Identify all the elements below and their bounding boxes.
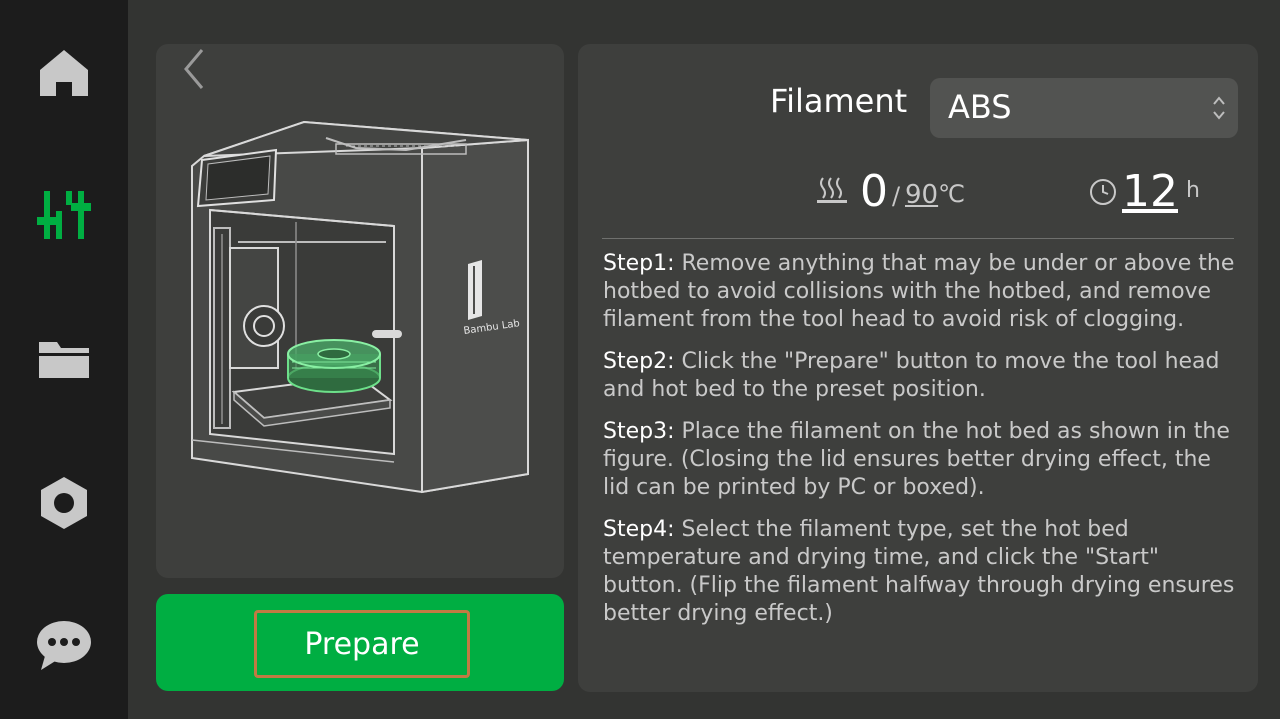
divider (602, 238, 1234, 239)
hex-nut-icon (41, 477, 87, 529)
bambu-logo (468, 260, 482, 320)
chevron-left-icon (184, 49, 204, 89)
step-title: Step1: (603, 251, 675, 276)
filament-selected-value: ABS (948, 88, 1012, 126)
temperature-separator: / (892, 182, 901, 210)
printer-illustration: Bambu Lab (191, 120, 529, 494)
nav-item-messages[interactable] (0, 600, 128, 690)
step-item: Step2: Click the "Prepare" button to mov… (603, 348, 1243, 404)
back-button[interactable] (176, 46, 212, 92)
current-temperature: 0 (860, 166, 888, 217)
filament-select[interactable]: ABS (930, 78, 1238, 138)
temperature-unit: ℃ (938, 180, 965, 208)
updown-chevron-icon (1213, 96, 1225, 120)
instructions: Step1: Remove anything that may be under… (603, 250, 1243, 642)
filament-label: Filament (770, 82, 908, 120)
step-text: Place the filament on the hot bed as sho… (603, 419, 1230, 500)
step-text: Select the filament type, set the hot be… (603, 517, 1235, 626)
nav-item-controls[interactable] (0, 170, 128, 260)
step-text: Remove anything that may be under or abo… (603, 251, 1235, 332)
sliders-icon (37, 191, 91, 239)
nav-item-home[interactable] (0, 28, 128, 118)
nav-item-files[interactable] (0, 314, 128, 404)
step-title: Step2: (603, 349, 675, 374)
step-item: Step4: Select the filament type, set the… (603, 516, 1243, 628)
heated-bed-icon (817, 177, 847, 203)
home-icon (40, 50, 88, 96)
prepare-button-label[interactable]: Prepare (254, 610, 470, 678)
drying-time-unit: h (1186, 178, 1200, 203)
step-title: Step4: (603, 517, 675, 542)
clock-icon (1090, 179, 1116, 205)
folder-icon (39, 342, 89, 378)
step-title: Step3: (603, 419, 675, 444)
target-temperature-input[interactable]: 90 (905, 180, 938, 210)
drying-time-input[interactable]: 12 (1122, 166, 1178, 217)
step-item: Step1: Remove anything that may be under… (603, 250, 1243, 334)
sidebar-nav (0, 0, 128, 719)
chat-icon (37, 621, 91, 670)
nav-item-settings[interactable] (0, 458, 128, 548)
step-text: Click the "Prepare" button to move the t… (603, 349, 1220, 402)
step-item: Step3: Place the filament on the hot bed… (603, 418, 1243, 502)
